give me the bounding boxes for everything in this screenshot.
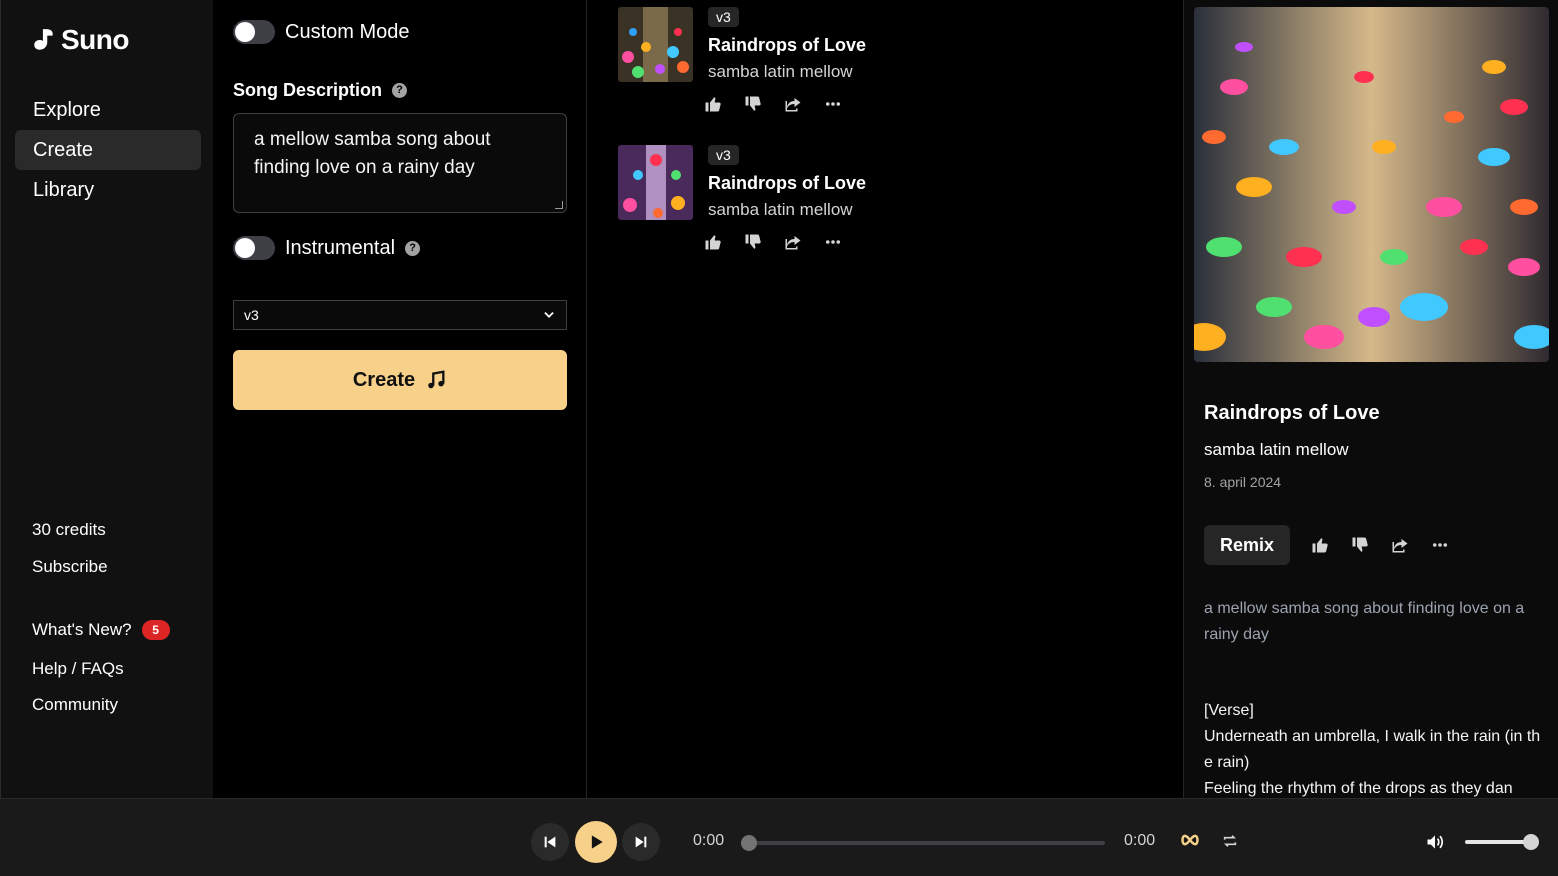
progress-slider[interactable] [741, 835, 1105, 851]
song-description-heading: Song Description ? [233, 80, 408, 101]
song-cover-image[interactable] [618, 145, 693, 220]
whats-new-badge: 5 [141, 620, 170, 640]
song-list: v3 Raindrops of Love samba latin mellow … [588, 0, 1183, 798]
play-button[interactable] [575, 821, 617, 863]
whats-new-label: What's New? [32, 620, 132, 639]
details-song-date: 8. april 2024 [1204, 474, 1282, 490]
remix-button[interactable]: Remix [1204, 525, 1291, 565]
details-song-title: Raindrops of Love [1204, 402, 1380, 424]
progress-handle[interactable] [741, 835, 757, 851]
song-actions [703, 94, 843, 114]
create-panel: Custom Mode Song Description ? a mellow … [213, 0, 587, 798]
song-tags: samba latin mellow [708, 200, 853, 219]
song-cover-image[interactable] [618, 7, 693, 82]
whats-new-link[interactable]: What's New? 5 [32, 620, 170, 640]
custom-mode-label: Custom Mode [285, 20, 410, 43]
details-lyrics: [Verse] Underneath an umbrella, I walk i… [1204, 702, 1541, 797]
current-time: 0:00 [693, 832, 725, 849]
chevron-down-icon [544, 312, 554, 318]
help-faqs-link[interactable]: Help / FAQs [32, 659, 124, 679]
suno-logo-icon [34, 29, 53, 50]
repeat-icon[interactable] [1222, 833, 1238, 854]
skip-back-icon [544, 836, 556, 848]
credits-link[interactable]: 30 credits [32, 520, 106, 540]
song-row[interactable]: v3 Raindrops of Love samba latin mellow [618, 138, 1118, 258]
song-row[interactable]: v3 Raindrops of Love samba latin mellow [618, 0, 1118, 120]
song-title[interactable]: Raindrops of Love [708, 35, 866, 56]
more-options-icon[interactable] [1430, 535, 1450, 555]
song-description-value: a mellow samba song about finding love o… [254, 129, 491, 178]
suno-logo[interactable]: Suno [31, 24, 130, 56]
nav-item-create[interactable]: Create [15, 130, 201, 170]
volume-slider[interactable] [1465, 834, 1539, 850]
volume-icon[interactable] [1424, 832, 1446, 857]
instrumental-toggle[interactable] [233, 236, 275, 260]
volume-handle[interactable] [1523, 834, 1539, 850]
resize-handle-icon[interactable] [555, 201, 563, 209]
main-nav: Explore Create Library [15, 90, 201, 210]
details-song-tags[interactable]: samba latin mellow [1204, 440, 1349, 460]
help-icon[interactable]: ? [405, 240, 421, 256]
custom-mode-toggle[interactable] [233, 20, 275, 44]
nav-item-library[interactable]: Library [15, 170, 201, 210]
song-description-label: Song Description [233, 80, 383, 100]
thumbs-down-icon[interactable] [743, 94, 763, 114]
previous-track-button[interactable] [531, 823, 569, 861]
thumbs-up-icon[interactable] [703, 232, 723, 252]
thumbs-up-icon[interactable] [1310, 535, 1330, 555]
help-icon[interactable]: ? [392, 83, 408, 98]
model-version-select[interactable]: v3 [233, 300, 567, 330]
instrumental-row: Instrumental ? [233, 236, 421, 260]
music-note-icon [428, 370, 445, 389]
song-description-input[interactable]: a mellow samba song about finding love o… [233, 113, 567, 213]
more-options-icon[interactable] [823, 94, 843, 114]
sidebar: Suno Explore Create Library 30 credits S… [0, 0, 213, 798]
thumbs-down-icon[interactable] [743, 232, 763, 252]
details-prompt: a mellow samba song about finding love o… [1204, 600, 1525, 643]
share-icon[interactable] [783, 232, 803, 252]
player-bar: 0:00 0:00 [0, 798, 1558, 876]
song-details-panel: Raindrops of Love samba latin mellow 8. … [1183, 0, 1558, 798]
app-name: Suno [61, 24, 130, 55]
custom-mode-row: Custom Mode [233, 20, 410, 44]
version-badge: v3 [708, 7, 739, 27]
play-icon [591, 835, 603, 849]
loop-infinity-icon[interactable] [1180, 833, 1200, 852]
more-options-icon[interactable] [823, 232, 843, 252]
subscribe-link[interactable]: Subscribe [32, 557, 108, 577]
nav-item-explore[interactable]: Explore [15, 90, 201, 130]
song-cover-large-image [1194, 7, 1549, 362]
details-actions: Remix [1204, 525, 1450, 565]
song-tags: samba latin mellow [708, 62, 853, 81]
model-version-value: v3 [244, 307, 259, 323]
song-title[interactable]: Raindrops of Love [708, 173, 866, 194]
total-time: 0:00 [1124, 832, 1156, 849]
create-button[interactable]: Create [233, 350, 567, 410]
thumbs-up-icon[interactable] [703, 94, 723, 114]
create-button-label: Create [352, 368, 416, 391]
share-icon[interactable] [783, 94, 803, 114]
share-icon[interactable] [1390, 535, 1410, 555]
version-badge: v3 [708, 145, 739, 165]
song-actions [703, 232, 843, 252]
next-track-button[interactable] [622, 823, 660, 861]
instrumental-label: Instrumental [285, 236, 396, 259]
thumbs-down-icon[interactable] [1350, 535, 1370, 555]
community-link[interactable]: Community [32, 695, 118, 715]
skip-forward-icon [635, 836, 647, 848]
